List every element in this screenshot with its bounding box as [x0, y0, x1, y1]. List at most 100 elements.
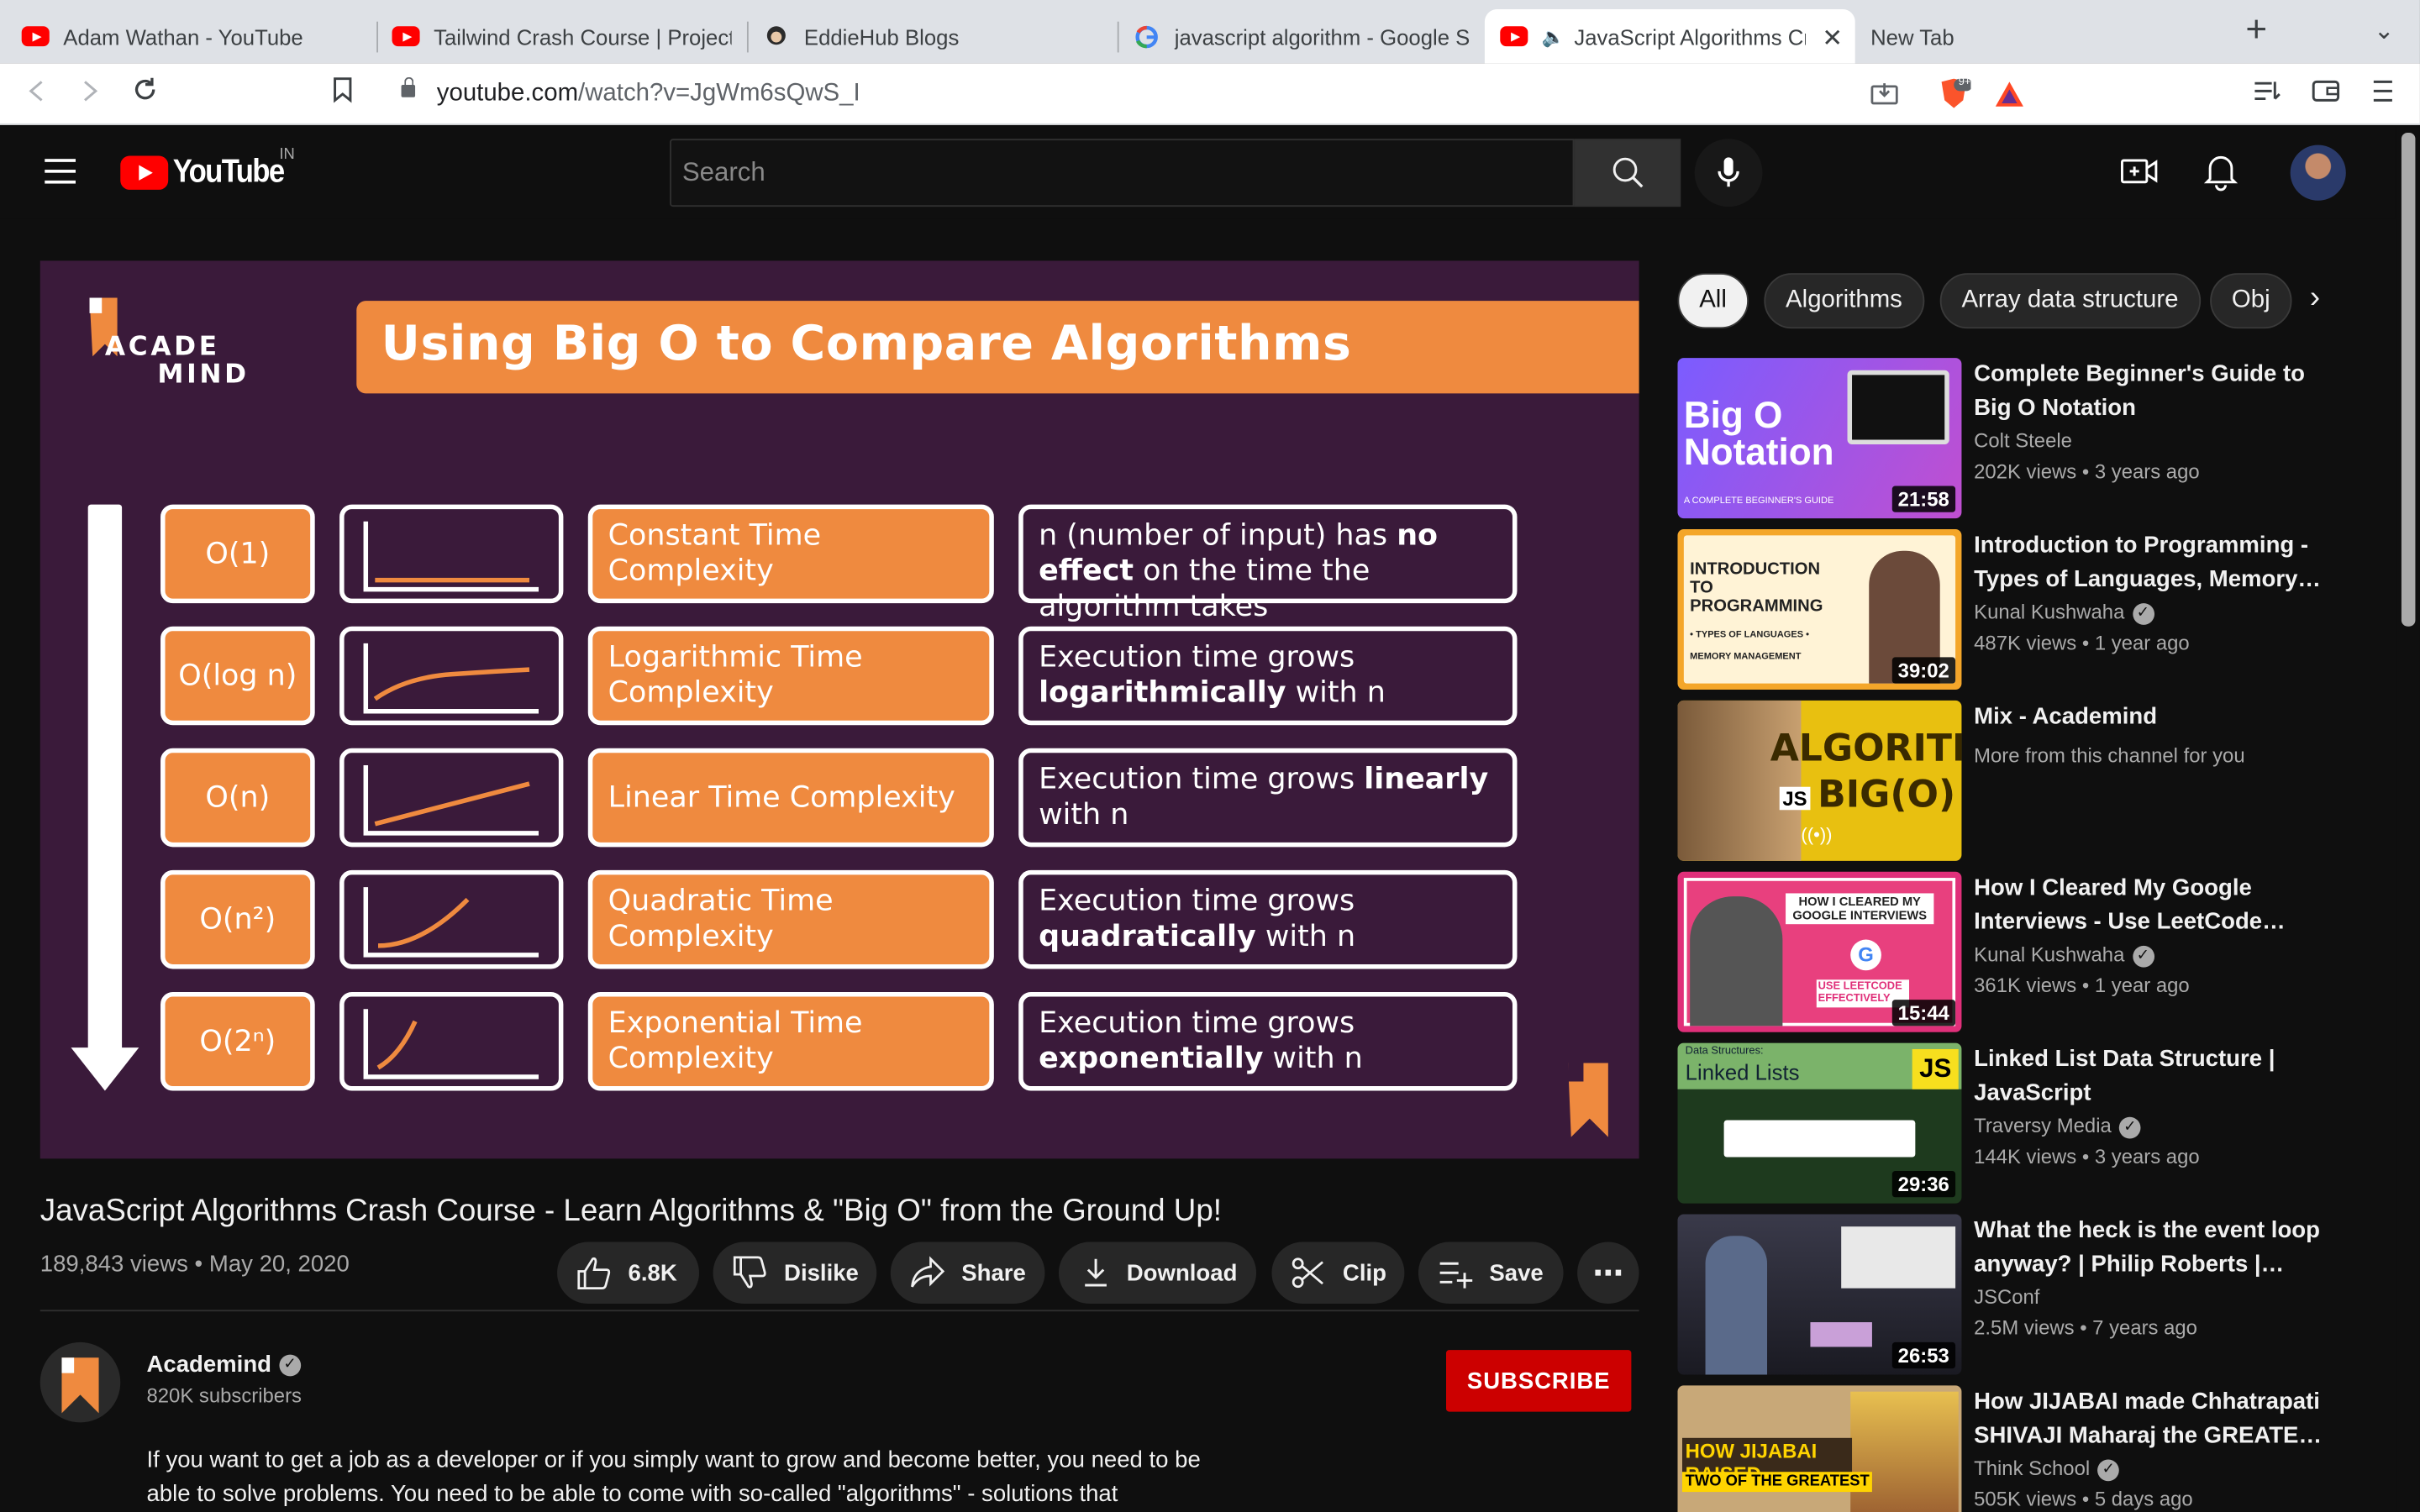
- clip-button[interactable]: Clip: [1271, 1242, 1405, 1305]
- browser-menu-icon[interactable]: [2372, 79, 2394, 112]
- search-button[interactable]: [1574, 139, 1681, 207]
- channel-avatar[interactable]: [39, 1341, 121, 1423]
- channel-name[interactable]: Traversy Media ✓: [1974, 1114, 2141, 1138]
- video-title[interactable]: Introduction to Programming - Types of L…: [1974, 529, 2338, 597]
- save-button[interactable]: Save: [1418, 1242, 1564, 1305]
- install-app-icon[interactable]: [1870, 81, 1898, 114]
- complexity-graph-quadratic: [339, 869, 564, 969]
- channel-name[interactable]: Academind ✓: [146, 1352, 301, 1378]
- channel-name[interactable]: JSConf: [1974, 1285, 2039, 1309]
- video-player[interactable]: ACADE MIND Using Big O to Compare Algori…: [39, 260, 1639, 1159]
- video-thumbnail[interactable]: Big O Notation A COMPLETE BEGINNER'S GUI…: [1677, 358, 1962, 519]
- search-placeholder: Search: [681, 157, 765, 187]
- video-duration: 21:58: [1891, 486, 1956, 512]
- tab-eddiehub-blogs[interactable]: EddieHub Blogs: [747, 9, 1118, 63]
- complexity-graph-constant: [339, 504, 564, 604]
- channel-name[interactable]: Colt Steele: [1974, 429, 2072, 453]
- video-meta: 505K views • 5 days ago: [1974, 1487, 2193, 1511]
- channel-name[interactable]: Kunal Kushwaha ✓: [1974, 942, 2154, 967]
- recommendation-item[interactable]: INTRODUCTION TO PROGRAMMING • TYPES OF L…: [1677, 528, 2356, 690]
- video-description: If you want to get a job as a developer …: [146, 1446, 1201, 1508]
- recommendation-item[interactable]: HOW I CLEARED MY GOOGLE INTERVIEWS G USE…: [1677, 871, 2356, 1032]
- dislike-button[interactable]: Dislike: [713, 1242, 877, 1305]
- lock-icon[interactable]: [401, 76, 416, 97]
- more-actions-button[interactable]: ⋯: [1577, 1242, 1639, 1305]
- video-title[interactable]: What the heck is the event loop anyway? …: [1974, 1214, 2338, 1282]
- chip-all[interactable]: All: [1677, 273, 1749, 329]
- tab-search-chevron-icon[interactable]: ⌄: [2374, 15, 2395, 46]
- channel-name[interactable]: Kunal Kushwaha ✓: [1974, 600, 2154, 625]
- country-code: IN: [279, 146, 295, 164]
- video-thumbnail[interactable]: ALGORITHMS BIG(O) JS ((•)): [1677, 700, 1962, 861]
- save-label: Save: [1489, 1259, 1544, 1286]
- like-button[interactable]: 6.8K: [557, 1242, 700, 1305]
- subscribe-button[interactable]: SUBSCRIBE: [1445, 1350, 1632, 1412]
- recommendation-item[interactable]: ALGORITHMS BIG(O) JS ((•)) Mix - Academi…: [1677, 700, 2356, 861]
- tab-new-tab[interactable]: New Tab: [1855, 9, 2226, 63]
- video-thumbnail[interactable]: HOW I CLEARED MY GOOGLE INTERVIEWS G USE…: [1677, 871, 1962, 1032]
- address-bar[interactable]: youtube.com/watch?v=JgWm6sQwS_I 9+: [379, 69, 2041, 119]
- complexity-name: Constant Time Complexity: [587, 504, 994, 604]
- notifications-bell-icon[interactable]: [2203, 151, 2238, 199]
- back-arrow-icon[interactable]: [24, 76, 49, 113]
- recommendation-item[interactable]: HOW JIJABAI RAISED TWO OF THE GREATEST H…: [1677, 1385, 2356, 1512]
- video-title[interactable]: Mix - Academind: [1974, 701, 2338, 734]
- share-arrow-icon: [911, 1256, 945, 1288]
- video-thumbnail[interactable]: INTRODUCTION TO PROGRAMMING • TYPES OF L…: [1677, 528, 1962, 690]
- video-meta: 202K views • 3 years ago: [1974, 459, 2200, 483]
- complexity-description: n (number of input) has no effect on the…: [1018, 504, 1518, 623]
- channel-name[interactable]: Think School ✓: [1974, 1457, 2120, 1481]
- google-favicon-icon: [1133, 23, 1160, 50]
- bookmark-icon[interactable]: [330, 76, 355, 113]
- download-icon: [1085, 1258, 1107, 1287]
- share-button[interactable]: Share: [890, 1242, 1045, 1305]
- microphone-icon: [1718, 157, 1739, 187]
- video-title[interactable]: Linked List Data Structure | JavaScript: [1974, 1043, 2338, 1111]
- recommendation-item[interactable]: Big O Notation A COMPLETE BEGINNER'S GUI…: [1677, 358, 2356, 519]
- recommendation-item[interactable]: Data Structures: Linked Lists JS 29:36 L…: [1677, 1042, 2356, 1204]
- brave-rewards-icon[interactable]: [1994, 81, 2025, 116]
- new-tab-plus-icon[interactable]: +: [2245, 12, 2267, 49]
- tab-google-search[interactable]: javascript algorithm - Google Search: [1118, 9, 1485, 63]
- brave-shields-icon[interactable]: 9+: [1937, 77, 1973, 118]
- tab-title: Tailwind Crash Course | Project Based Tu…: [434, 24, 732, 49]
- scrollbar-thumb[interactable]: [2401, 132, 2416, 627]
- youtube-favicon-icon: [1500, 23, 1528, 50]
- view-count-date: 189,843 views • May 20, 2020: [39, 1251, 350, 1278]
- speaker-icon[interactable]: 🔈: [1542, 25, 1565, 47]
- tab-tailwind-crash-course[interactable]: Tailwind Crash Course | Project Based Tu…: [376, 9, 747, 63]
- menu-hamburger-icon[interactable]: [45, 159, 76, 184]
- video-thumbnail[interactable]: Data Structures: Linked Lists JS 29:36: [1677, 1042, 1962, 1204]
- create-video-icon[interactable]: [2120, 155, 2158, 197]
- chip-objects[interactable]: Obj: [2210, 273, 2292, 329]
- video-title[interactable]: How JIJABAI made Chhatrapati SHIVAJI Mah…: [1974, 1385, 2338, 1453]
- download-button[interactable]: Download: [1058, 1242, 1257, 1305]
- tab-title: EddieHub Blogs: [803, 24, 960, 49]
- voice-search-button[interactable]: [1694, 139, 1763, 207]
- close-tab-icon[interactable]: ✕: [1822, 24, 1843, 55]
- account-avatar[interactable]: [2290, 144, 2346, 201]
- slide-title: Using Big O to Compare Algorithms: [381, 316, 1352, 372]
- more-horizontal-icon: ⋯: [1592, 1256, 1624, 1291]
- tab-javascript-algorithms[interactable]: 🔈 JavaScript Algorithms Crash Course ✕: [1484, 9, 1855, 64]
- video-meta: 487K views • 1 year ago: [1974, 631, 2190, 654]
- chip-array-data-structure[interactable]: Array data structure: [1939, 273, 2201, 329]
- bigo-label: O(2ⁿ): [160, 991, 315, 1091]
- video-thumbnail[interactable]: 26:53: [1677, 1214, 1962, 1375]
- video-title[interactable]: How I Cleared My Google Interviews - Use…: [1974, 872, 2338, 940]
- add-to-playlist-icon: [1439, 1262, 1473, 1289]
- url-text[interactable]: youtube.com/watch?v=JgWm6sQwS_I: [437, 81, 860, 108]
- verified-check-icon: ✓: [2132, 602, 2154, 625]
- wallet-icon[interactable]: [2312, 79, 2340, 112]
- reading-list-icon[interactable]: [2254, 79, 2281, 112]
- recommendation-item[interactable]: 26:53 What the heck is the event loop an…: [1677, 1214, 2356, 1375]
- tab-adam-wathan[interactable]: Adam Wathan - YouTube: [6, 9, 376, 63]
- chevron-right-icon[interactable]: ›: [2296, 281, 2333, 321]
- youtube-logo[interactable]: YouTube: [120, 155, 296, 192]
- video-thumbnail[interactable]: HOW JIJABAI RAISED TWO OF THE GREATEST: [1677, 1385, 1962, 1512]
- video-title[interactable]: Complete Beginner's Guide to Big O Notat…: [1974, 358, 2338, 426]
- forward-arrow-icon[interactable]: [77, 76, 102, 113]
- reload-icon[interactable]: [131, 76, 159, 113]
- search-input[interactable]: Search: [670, 139, 1575, 207]
- chip-algorithms[interactable]: Algorithms: [1764, 273, 1924, 329]
